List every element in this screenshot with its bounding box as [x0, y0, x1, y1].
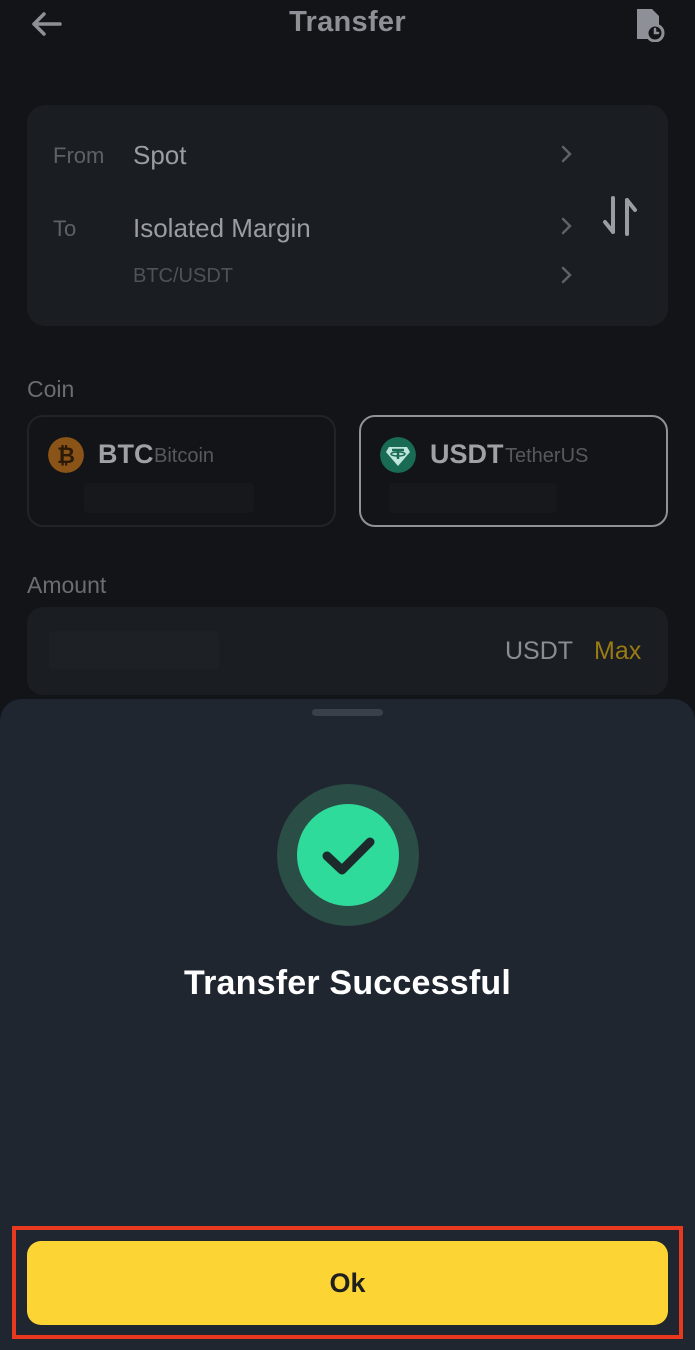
svg-text:₿: ₿ — [57, 444, 75, 469]
coin-label: Coin — [27, 376, 75, 402]
page-title: Transfer — [289, 6, 406, 38]
success-message: Transfer Successful — [184, 964, 511, 1002]
sheet-drag-handle[interactable] — [312, 709, 383, 716]
chevron-right-icon[interactable] — [559, 143, 575, 165]
to-account[interactable]: Isolated Margin — [133, 213, 311, 244]
transfer-accounts-card: From Spot To Isolated Margin BTC/USDT — [27, 105, 668, 326]
swap-vertical-icon[interactable] — [600, 194, 640, 238]
top-bar: Transfer — [0, 0, 695, 50]
chevron-right-icon[interactable] — [559, 264, 575, 286]
bitcoin-icon: ₿ — [48, 437, 84, 473]
amount-label: Amount — [27, 572, 107, 598]
coin-option-btc[interactable]: ₿ BTC Bitcoin — [27, 415, 336, 527]
coin-symbol: USDT — [430, 439, 504, 469]
document-clock-icon[interactable] — [632, 6, 666, 42]
amount-unit: USDT — [505, 637, 574, 665]
checkmark-circle-icon — [322, 837, 375, 875]
chevron-right-icon[interactable] — [559, 215, 575, 237]
from-account[interactable]: Spot — [133, 140, 187, 171]
coin-name: Bitcoin — [154, 445, 215, 467]
from-label: From — [53, 143, 105, 168]
tether-icon — [380, 437, 416, 473]
max-button[interactable]: Max — [594, 637, 641, 666]
coin-option-usdt[interactable]: USDT TetherUS — [359, 415, 668, 527]
to-label: To — [53, 216, 77, 241]
ok-button[interactable]: Ok — [27, 1241, 668, 1325]
amount-input[interactable] — [49, 631, 219, 669]
success-status — [277, 784, 419, 926]
margin-pair[interactable]: BTC/USDT — [133, 265, 233, 288]
coin-symbol: BTC — [98, 439, 154, 469]
success-badge — [297, 804, 399, 906]
coin-balance-masked — [389, 483, 557, 513]
coin-balance-masked — [84, 483, 254, 513]
coin-name: TetherUS — [505, 445, 589, 467]
transfer-screen: Transfer From Spot To Isolated Margin BT… — [0, 0, 695, 1350]
amount-field[interactable]: USDT Max — [27, 607, 668, 695]
